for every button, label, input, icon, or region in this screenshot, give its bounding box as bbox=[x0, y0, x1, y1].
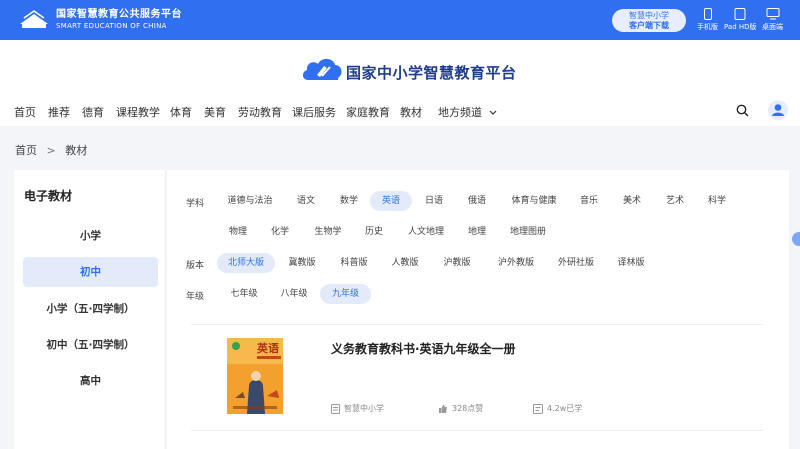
grade-chip-7[interactable]: 七年级 bbox=[223, 284, 265, 304]
book-read-icon bbox=[533, 403, 543, 414]
edition-chip-hujiao[interactable]: 沪教版 bbox=[436, 253, 478, 273]
edition-chip-jijiao[interactable]: 冀教版 bbox=[281, 253, 323, 273]
sidebar-title: 电子教材 bbox=[24, 189, 73, 203]
nav-item-moral[interactable]: 德育 bbox=[82, 104, 104, 120]
nav-item-sports[interactable]: 体育 bbox=[170, 104, 192, 120]
nav-item-labor[interactable]: 劳动教育 bbox=[238, 104, 282, 120]
textbook-filter-panel: 学科 道德与法治 语文 数学 英语 日语 俄语 体育与健康 音乐 美术 艺术 科… bbox=[167, 170, 789, 449]
subject-chip-human-geo[interactable]: 人文地理 bbox=[401, 222, 451, 242]
nav-item-family[interactable]: 家庭教育 bbox=[346, 104, 390, 120]
brand-name-cn: 国家智慧教育公共服务平台 bbox=[56, 9, 182, 20]
site-title[interactable]: 国家中小学智慧教育平台 bbox=[346, 62, 517, 83]
subject-chip-geo-atlas[interactable]: 地理图册 bbox=[503, 222, 553, 242]
thumbs-up-icon bbox=[439, 404, 447, 413]
subject-chip-moral[interactable]: 道德与法治 bbox=[221, 191, 279, 211]
nav-item-courses[interactable]: 课程教学 bbox=[116, 104, 160, 120]
subject-chip-chemistry[interactable]: 化学 bbox=[263, 222, 297, 242]
site-logo-icon[interactable] bbox=[300, 54, 344, 84]
subject-chip-music[interactable]: 音乐 bbox=[572, 191, 606, 211]
device-phone-link[interactable]: 手机版 bbox=[697, 8, 718, 32]
subject-chip-japanese[interactable]: 日语 bbox=[417, 191, 451, 211]
subject-chip-science[interactable]: 科学 bbox=[700, 191, 734, 211]
nav-item-afterschool[interactable]: 课后服务 bbox=[292, 104, 336, 120]
grade-label: 年级 bbox=[186, 292, 205, 302]
client-button-line1: 智慧中小学 bbox=[629, 11, 669, 20]
edition-label: 版本 bbox=[186, 261, 205, 271]
breadcrumb-current: 教材 bbox=[65, 144, 88, 157]
client-download-button[interactable]: 智慧中小学 客户端下载 bbox=[612, 9, 686, 32]
subject-chip-fine-arts[interactable]: 美术 bbox=[615, 191, 649, 211]
edition-chip-kepu[interactable]: 科普版 bbox=[333, 253, 375, 273]
document-icon bbox=[331, 403, 340, 414]
tablet-icon bbox=[734, 8, 746, 20]
result-divider bbox=[191, 430, 763, 431]
grade-chip-8[interactable]: 八年级 bbox=[273, 284, 315, 304]
breadcrumb: 首页 > 教材 bbox=[15, 142, 93, 158]
brand-name-en: SMART EDUCATION OF CHINA bbox=[56, 22, 167, 30]
device-desktop-link[interactable]: 桌面端 bbox=[762, 8, 783, 32]
subject-chip-geography[interactable]: 地理 bbox=[460, 222, 494, 242]
user-icon bbox=[772, 104, 784, 116]
grade-chip-9[interactable]: 九年级 bbox=[320, 284, 371, 304]
subject-chip-biology[interactable]: 生物学 bbox=[307, 222, 349, 242]
edition-chip-pep[interactable]: 人教版 bbox=[384, 253, 426, 273]
top-bar: 国家智慧教育公共服务平台 SMART EDUCATION OF CHINA 智慧… bbox=[0, 0, 800, 40]
search-icon[interactable] bbox=[736, 104, 749, 117]
subject-label: 学科 bbox=[186, 199, 205, 209]
platform-logo-icon[interactable] bbox=[16, 8, 52, 32]
phone-icon bbox=[703, 8, 712, 20]
filter-divider bbox=[191, 324, 763, 325]
nav-item-recommend[interactable]: 推荐 bbox=[48, 104, 70, 120]
breadcrumb-separator: > bbox=[46, 144, 56, 157]
edition-chip-bnu[interactable]: 北师大版 bbox=[217, 253, 275, 273]
device-phone-label: 手机版 bbox=[697, 23, 718, 31]
book-source-label: 智慧中小学 bbox=[344, 404, 384, 413]
textbook-category-sidebar: 电子教材 小学 初中 小学（五·四学制） 初中（五·四学制） 高中 bbox=[14, 170, 166, 449]
nav-item-textbooks[interactable]: 教材 bbox=[400, 104, 422, 120]
book-cover[interactable]: 英语 bbox=[227, 338, 283, 414]
platform-brand[interactable]: 国家智慧教育公共服务平台 SMART EDUCATION OF CHINA bbox=[56, 9, 182, 31]
side-float-tab[interactable] bbox=[792, 232, 800, 246]
sidebar-item-primary[interactable]: 小学 bbox=[23, 221, 158, 251]
sidebar-item-junior[interactable]: 初中 bbox=[23, 257, 158, 287]
device-desktop-label: 桌面端 bbox=[762, 23, 783, 31]
client-button-line2: 客户端下载 bbox=[629, 21, 669, 30]
book-learners: 4.2w已学 bbox=[533, 403, 582, 414]
device-tablet-link[interactable]: Pad HD版 bbox=[724, 8, 757, 32]
nav-item-home[interactable]: 首页 bbox=[14, 104, 36, 120]
book-source: 智慧中小学 bbox=[331, 403, 384, 414]
subject-chip-english[interactable]: 英语 bbox=[370, 191, 412, 211]
desktop-icon bbox=[766, 8, 779, 20]
site-header: 国家中小学智慧教育平台 首页 推荐 德育 课程教学 体育 美育 劳动教育 课后服… bbox=[0, 40, 800, 126]
subject-chip-math[interactable]: 数学 bbox=[332, 191, 366, 211]
user-avatar[interactable] bbox=[768, 100, 788, 120]
device-tablet-label: Pad HD版 bbox=[724, 23, 757, 31]
edition-chip-fltrp[interactable]: 外研社版 bbox=[549, 253, 603, 273]
book-title[interactable]: 义务教育教科书·英语九年级全一册 bbox=[331, 340, 516, 357]
subject-chip-russian[interactable]: 俄语 bbox=[460, 191, 494, 211]
subject-chip-physics[interactable]: 物理 bbox=[221, 222, 255, 242]
edition-chip-yilin[interactable]: 译林版 bbox=[610, 253, 652, 273]
subject-chip-chinese[interactable]: 语文 bbox=[289, 191, 323, 211]
edition-chip-huwaijiao[interactable]: 沪外教版 bbox=[489, 253, 543, 273]
nav-item-local[interactable]: 地方频道 bbox=[438, 104, 497, 120]
breadcrumb-home[interactable]: 首页 bbox=[15, 144, 37, 157]
sidebar-item-junior-54[interactable]: 初中（五·四学制） bbox=[23, 330, 158, 360]
sidebar-item-senior[interactable]: 高中 bbox=[23, 366, 158, 396]
subject-chip-history[interactable]: 历史 bbox=[357, 222, 391, 242]
chevron-down-icon bbox=[489, 110, 496, 115]
book-likes-count: 328点赞 bbox=[452, 404, 484, 413]
book-cover-title: 英语 bbox=[257, 342, 279, 355]
book-learners-count: 4.2w已学 bbox=[547, 404, 583, 413]
nav-item-local-label: 地方频道 bbox=[438, 106, 482, 119]
nav-item-arts[interactable]: 美育 bbox=[204, 104, 226, 120]
sidebar-item-primary-54[interactable]: 小学（五·四学制） bbox=[23, 294, 158, 324]
book-likes: 328点赞 bbox=[438, 403, 483, 414]
subject-chip-pe[interactable]: 体育与健康 bbox=[504, 191, 564, 211]
subject-chip-art[interactable]: 艺术 bbox=[658, 191, 692, 211]
